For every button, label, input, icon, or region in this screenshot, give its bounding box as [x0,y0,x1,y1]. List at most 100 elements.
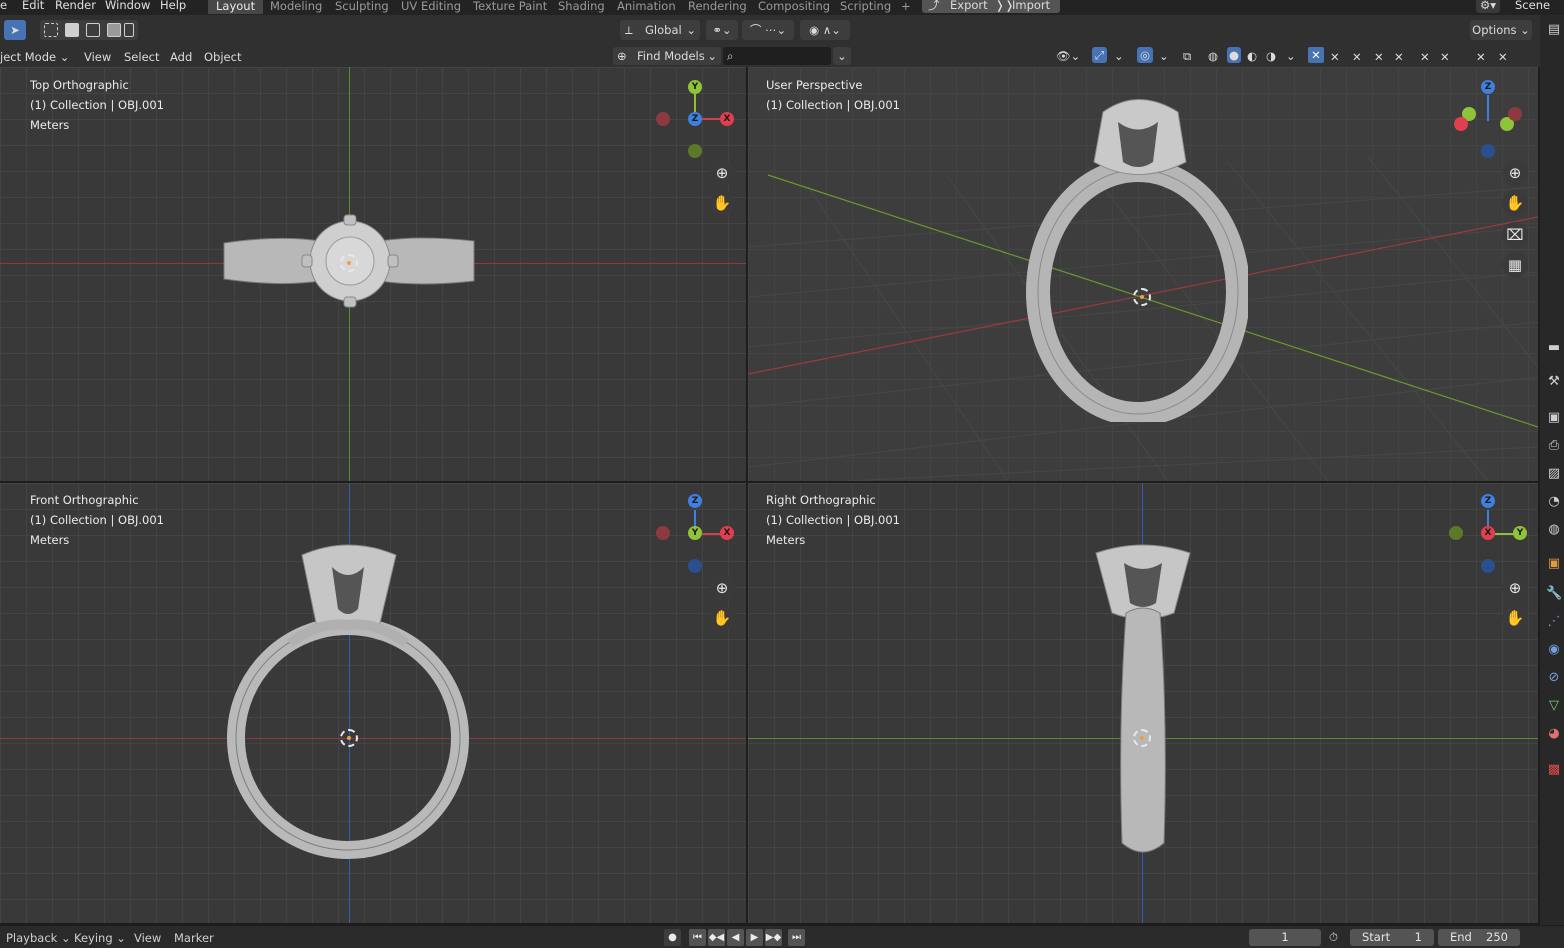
particles-icon[interactable]: ⋰ [1546,614,1562,630]
view-menu[interactable]: View [84,49,111,65]
options-dropdown[interactable]: Options ⌄ [1470,20,1532,40]
overlays-toggle[interactable]: ◎ [1137,47,1154,63]
zoom-icon[interactable]: ⊕ [1502,575,1528,601]
scene-properties-icon[interactable]: ◔ [1546,494,1562,510]
toggle-6[interactable]: ✕ [1440,49,1450,65]
visibility-dropdown[interactable]: 👁⌄ [1056,48,1080,64]
play-button[interactable]: ▶ [746,929,763,946]
tool-settings-icon[interactable]: ⚒ [1546,374,1562,390]
gizmo-x-axis[interactable] [1454,117,1468,131]
select-invert-icon[interactable] [107,23,121,37]
gizmo-neg-x[interactable] [1508,107,1522,121]
pan-hand-icon[interactable]: ✋ [1502,190,1528,216]
search-options-button[interactable]: ⌄ [833,47,851,65]
output-properties-icon[interactable]: ⎙ [1546,438,1562,454]
add-workspace-button[interactable]: + [893,0,919,14]
gizmo-neg-z[interactable] [688,559,702,573]
rendered-shading-button[interactable]: ◑ [1266,48,1276,64]
viewport-perspective[interactable]: User Perspective (1) Collection | OBJ.00… [748,67,1538,481]
mirror-x-toggle[interactable]: ✕ [1308,47,1324,63]
horizontal-splitter[interactable] [0,481,1540,483]
gizmo-x-axis[interactable]: X [1481,526,1495,540]
gizmo-z-axis[interactable]: Z [688,112,702,126]
xray-toggle[interactable]: ⧉ [1183,48,1191,64]
zoom-icon[interactable]: ⊕ [709,160,735,186]
tab-rendering[interactable]: Rendering [680,0,755,14]
viewport-top[interactable]: Top Orthographic (1) Collection | OBJ.00… [0,67,746,481]
vertical-splitter[interactable] [746,67,748,923]
scene-selector-icon[interactable]: ⚙▾ [1476,0,1501,13]
tab-modeling[interactable]: Modeling [262,0,330,14]
export-button[interactable]: ⤴ Export [922,0,998,13]
perspective-grid-icon[interactable]: ▦ [1502,252,1528,278]
jump-end-button[interactable]: ⏭ [788,929,805,946]
toggle-7[interactable]: ✕ [1476,49,1486,65]
select-menu[interactable]: Select [124,49,159,65]
toggle-3[interactable]: ✕ [1374,49,1384,65]
gizmo-neg-z[interactable] [1481,559,1495,573]
3d-cursor-icon[interactable] [1133,729,1151,747]
select-subtract-icon[interactable] [86,23,100,37]
texture-icon[interactable]: ▩ [1546,762,1562,778]
editor-type-icon[interactable]: ▬ [1546,340,1562,356]
tab-layout[interactable]: Layout [208,0,264,14]
material-shading-button[interactable]: ◐ [1247,48,1257,64]
render-properties-icon[interactable]: ▣ [1546,410,1562,426]
gizmo-x-axis[interactable]: X [720,112,734,126]
toggle-8[interactable]: ✕ [1498,49,1508,65]
menu-edit[interactable]: Edit [22,0,44,13]
material-icon[interactable]: ◕ [1546,726,1562,742]
pan-hand-icon[interactable]: ✋ [709,605,735,631]
tab-sculpting[interactable]: Sculpting [327,0,397,14]
select-box-new-icon[interactable] [44,23,58,37]
find-models-dropdown[interactable]: ⊕ Find Models ⌄ [613,47,721,65]
gizmo-neg-y[interactable] [1449,526,1463,540]
tab-scripting[interactable]: Scripting [832,0,899,14]
3d-cursor-icon[interactable] [340,254,358,272]
mode-dropdown[interactable]: ject Mode ⌄ [0,49,69,65]
add-menu[interactable]: Add [170,49,192,65]
menu-render[interactable]: Render [55,0,96,13]
viewport-front[interactable]: Front Orthographic (1) Collection | OBJ.… [0,483,746,923]
transform-orientation-dropdown[interactable]: ⟂ Global ⌄ [620,20,700,40]
prev-keyframe-button[interactable]: ◆◀ [708,929,725,946]
viewport-right[interactable]: Right Orthographic (1) Collection | OBJ.… [748,483,1538,923]
playback-menu[interactable]: Playback ⌄ [6,930,71,946]
tab-compositing[interactable]: Compositing [750,0,838,14]
tab-uv-editing[interactable]: UV Editing [393,0,469,14]
scene-name[interactable]: Scene [1515,0,1550,13]
tab-texture-paint[interactable]: Texture Paint [465,0,555,14]
gizmo-dropdown[interactable]: ⌄ [1114,48,1124,64]
gizmo-z-axis[interactable]: Z [1481,494,1495,508]
menu-window[interactable]: Window [105,0,150,13]
modifier-properties-icon[interactable]: 🔧 [1546,586,1562,602]
current-frame-field[interactable]: 1 [1249,929,1321,946]
overlays-dropdown[interactable]: ⌄ [1159,48,1169,64]
view-layer-icon[interactable]: ▨ [1546,466,1562,482]
zoom-icon[interactable]: ⊕ [709,575,735,601]
toggle-5[interactable]: ✕ [1420,49,1430,65]
select-intersect-icon[interactable] [124,23,134,37]
jump-start-button[interactable]: ⏮ [689,929,706,946]
gizmo-y-axis[interactable]: Y [688,526,702,540]
world-properties-icon[interactable]: ◍ [1546,522,1562,538]
toggle-1[interactable]: ✕ [1330,49,1340,65]
gizmo-toggle[interactable]: ⤢ [1092,47,1108,63]
play-reverse-button[interactable]: ◀ [727,929,744,946]
gizmo-neg-x[interactable] [656,526,670,540]
solid-shading-button[interactable]: ● [1227,47,1242,63]
gizmo-neg-x[interactable] [656,112,670,126]
toggle-4[interactable]: ✕ [1394,49,1404,65]
gizmo-neg-z[interactable] [1481,144,1495,158]
gizmo-y-axis[interactable]: Y [1513,526,1527,540]
shading-dropdown[interactable]: ⌄ [1286,48,1296,64]
keying-menu[interactable]: Keying ⌄ [74,930,126,946]
end-frame-field[interactable]: End 250 [1438,929,1520,946]
camera-icon[interactable]: ⌧ [1502,222,1528,248]
object-data-icon[interactable]: ▽ [1546,698,1562,714]
tab-animation[interactable]: Animation [609,0,684,14]
select-extend-icon[interactable] [65,23,79,37]
gizmo-neg-y[interactable] [688,144,702,158]
next-keyframe-button[interactable]: ▶◆ [765,929,782,946]
gizmo-z-axis[interactable]: Z [688,494,702,508]
